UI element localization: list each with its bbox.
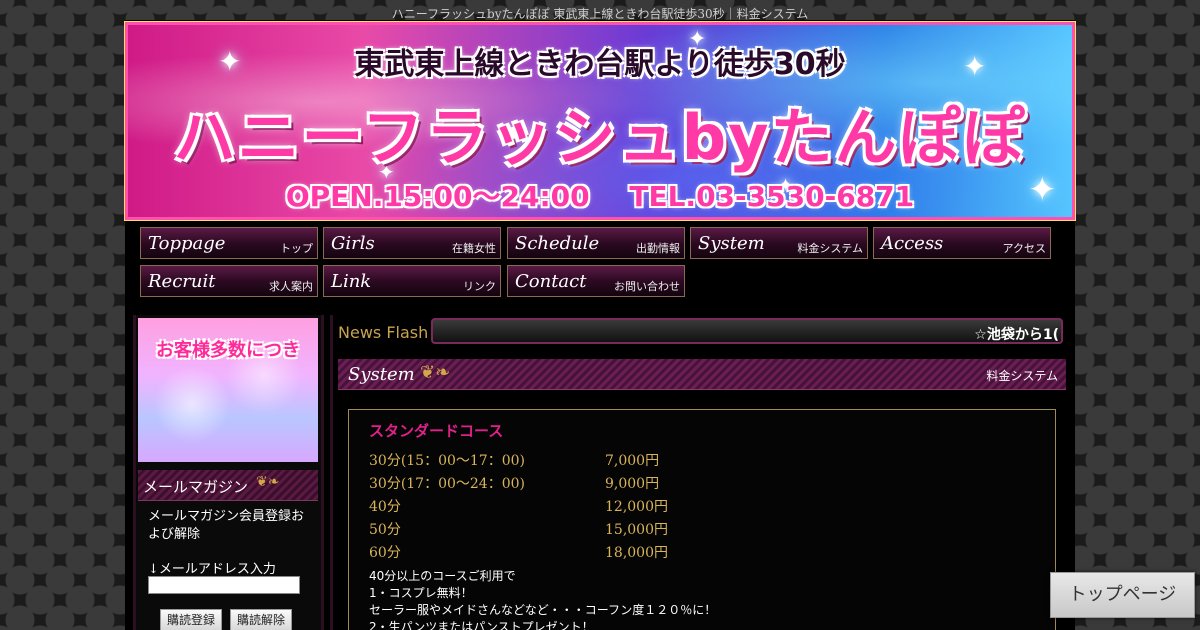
sidebar-ad-text: お客様多数につき bbox=[156, 340, 300, 361]
price-time: 50分 bbox=[369, 522, 401, 538]
section-heading: System ❦❧ 料金システム bbox=[338, 359, 1066, 390]
price-row: 50分 15,000円 bbox=[369, 519, 668, 539]
nav-sublabel: アクセス bbox=[1002, 242, 1046, 255]
price-row: 40分 12,000円 bbox=[369, 496, 668, 516]
price-time: 40分 bbox=[369, 499, 401, 515]
price-value: 18,000円 bbox=[605, 545, 668, 561]
nav-link[interactable]: Link リンク bbox=[323, 265, 501, 297]
nav-contact[interactable]: Contact お問い合わせ bbox=[507, 265, 685, 297]
nav-label: Girls bbox=[331, 233, 375, 254]
mailmag-heading: メールマガジン ❦❧ bbox=[138, 470, 318, 501]
nav-label: Link bbox=[331, 271, 372, 292]
nav-sublabel: 在籍女性 bbox=[452, 242, 496, 255]
back-to-top-button[interactable]: トップページ bbox=[1050, 572, 1195, 618]
nav-label: Recruit bbox=[148, 271, 216, 292]
price-value: 15,000円 bbox=[605, 522, 668, 538]
price-time: 30分(15：00～17：00) bbox=[369, 453, 525, 469]
nav-label: System bbox=[698, 233, 765, 254]
price-time: 30分(17：00～24：00) bbox=[369, 476, 525, 492]
note-line: 2・生パンツまたはパンストプレゼント！ bbox=[369, 620, 594, 630]
nav-access[interactable]: Access アクセス bbox=[873, 227, 1051, 259]
price-value: 12,000円 bbox=[605, 499, 668, 515]
nav-sublabel: トップ bbox=[280, 242, 313, 255]
news-ticker-text: ☆池袋から1( bbox=[974, 327, 1059, 343]
nav-label: Schedule bbox=[515, 233, 600, 254]
mailmag-title: メールマガジン bbox=[143, 478, 249, 496]
subscribe-button[interactable]: 購読登録 bbox=[160, 609, 223, 630]
price-value: 9,000円 bbox=[605, 476, 660, 492]
price-row: 30分(17：00～24：00) 9,000円 bbox=[369, 473, 659, 493]
main-nav: Toppage トップ Girls 在籍女性 Schedule 出勤情報 Sys… bbox=[140, 227, 1060, 302]
banner-access-text: 東武東上線ときわ台駅より徒歩30秒 bbox=[354, 47, 846, 82]
nav-label: Contact bbox=[515, 271, 587, 292]
news-flash-label: News Flash bbox=[338, 323, 429, 342]
price-time: 60分 bbox=[369, 545, 401, 561]
sidebar: お客様多数につき メールマガジン ❦❧ メールマガジン会員登録および解除 ↓メー… bbox=[133, 315, 324, 630]
price-row: 60分 18,000円 bbox=[369, 542, 668, 562]
email-label: ↓メールアドレス入力 bbox=[148, 562, 276, 577]
note-line: 40分以上のコースご利用で bbox=[369, 569, 516, 583]
nav-toppage[interactable]: Toppage トップ bbox=[140, 227, 318, 259]
main-content: News Flash ☆池袋から1( System ❦❧ 料金システム スタンダ… bbox=[330, 315, 1073, 630]
header-banner[interactable]: ✦ ✦ ✦ ✦ ✦ ✦ 東武東上線ときわ台駅より徒歩30秒 ハニーフラッシュby… bbox=[124, 21, 1076, 221]
sidebar-ad-banner[interactable]: お客様多数につき bbox=[138, 318, 318, 462]
unsubscribe-button[interactable]: 購読解除 bbox=[230, 609, 293, 630]
nav-girls[interactable]: Girls 在籍女性 bbox=[323, 227, 501, 259]
nav-sublabel: お問い合わせ bbox=[614, 280, 680, 293]
nav-recruit[interactable]: Recruit 求人案内 bbox=[140, 265, 318, 297]
course-title: スタンダードコース bbox=[369, 422, 504, 440]
page-wrapper: ✦ ✦ ✦ ✦ ✦ ✦ 東武東上線ときわ台駅より徒歩30秒 ハニーフラッシュby… bbox=[124, 20, 1076, 630]
price-row: 30分(15：00～17：00) 7,000円 bbox=[369, 450, 659, 470]
banner-shop-name: ハニーフラッシュbyたんぽぽ bbox=[173, 101, 1027, 174]
note-line: 1・コスプレ無料！ bbox=[369, 586, 473, 600]
course-box: スタンダードコース 30分(15：00～17：00) 7,000円 30分(17… bbox=[348, 409, 1056, 630]
news-ticker: ☆池袋から1( bbox=[431, 318, 1063, 344]
ornament-icon: ❦❧ bbox=[256, 474, 280, 490]
nav-sublabel: 求人案内 bbox=[269, 280, 313, 293]
price-value: 7,000円 bbox=[605, 453, 660, 469]
nav-label: Access bbox=[881, 233, 944, 254]
nav-sublabel: リンク bbox=[463, 280, 496, 293]
nav-sublabel: 料金システム bbox=[797, 242, 863, 255]
section-title: System bbox=[348, 364, 415, 385]
nav-schedule[interactable]: Schedule 出勤情報 bbox=[507, 227, 685, 259]
section-subtitle: 料金システム bbox=[986, 369, 1058, 383]
nav-sublabel: 出勤情報 bbox=[636, 242, 680, 255]
nav-label: Toppage bbox=[148, 233, 226, 254]
banner-hours-phone: OPEN.15:00～24:00 TEL.03-3530-6871 bbox=[285, 180, 915, 213]
email-input[interactable] bbox=[148, 576, 300, 594]
nav-system[interactable]: System 料金システム bbox=[690, 227, 868, 259]
course-notes: 40分以上のコースご利用で 1・コスプレ無料！ セーラー服やメイドさんなどなど・… bbox=[369, 568, 716, 630]
mailmag-description: メールマガジン会員登録および解除 bbox=[148, 509, 305, 542]
ornament-icon: ❦❧ bbox=[420, 362, 451, 383]
note-line: セーラー服やメイドさんなどなど・・・コーフン度１２０％に！ bbox=[369, 603, 717, 617]
